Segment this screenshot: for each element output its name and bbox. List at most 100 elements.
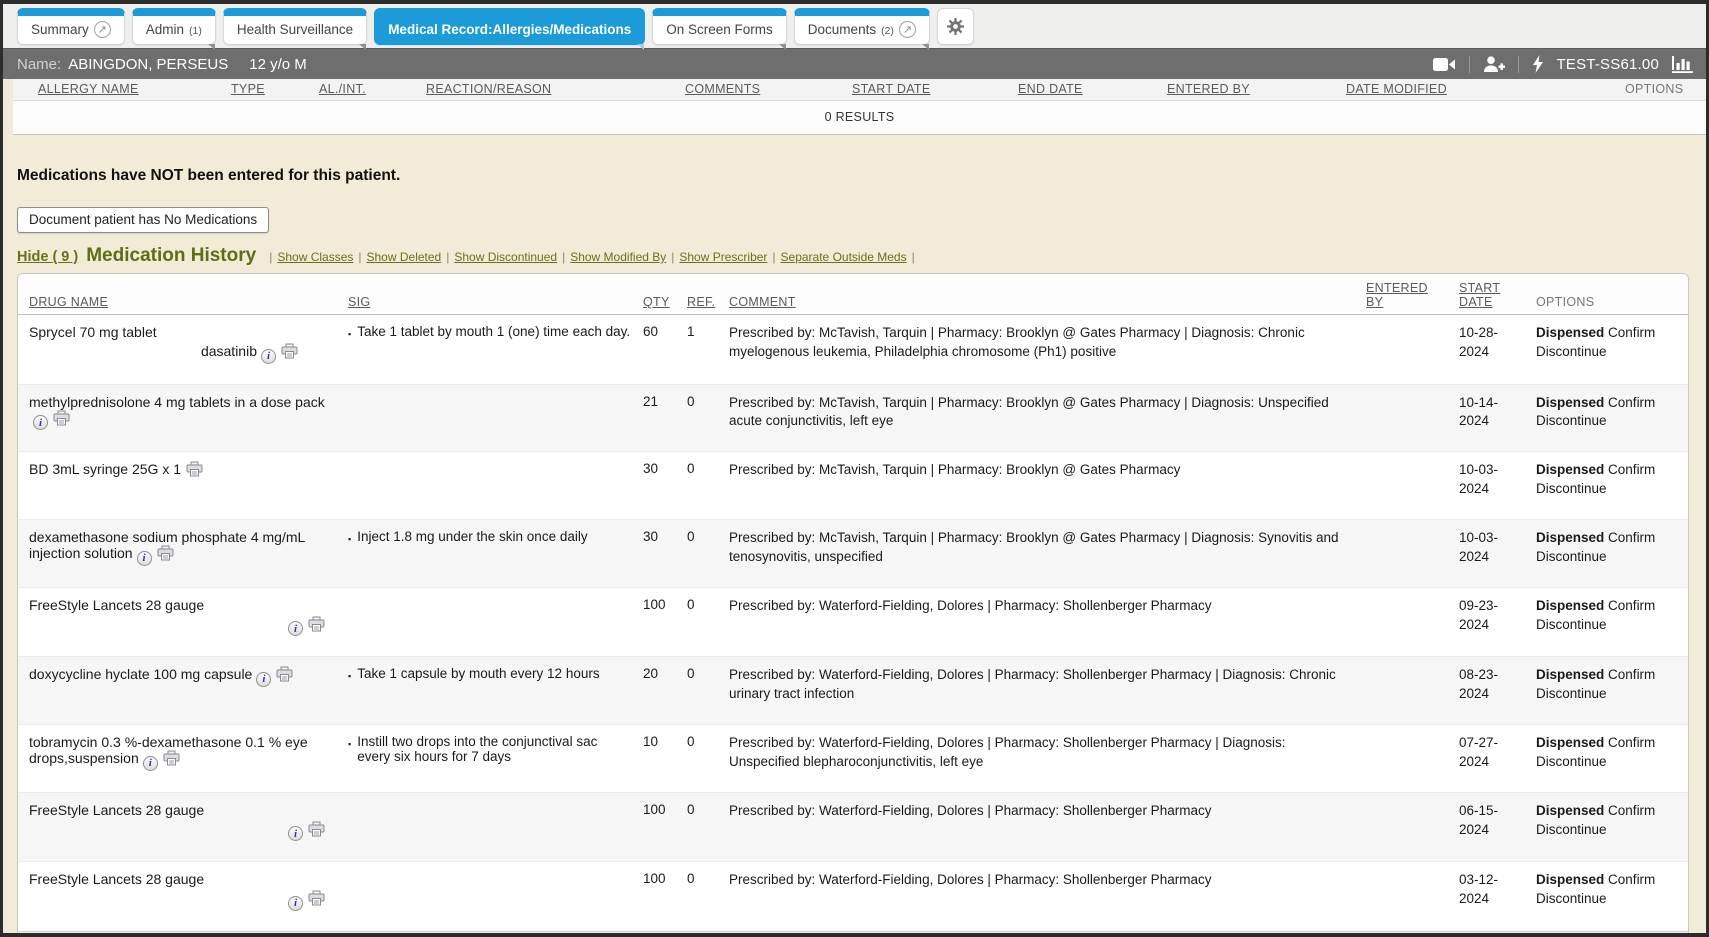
tab-on-screen-forms[interactable]: On Screen Forms xyxy=(652,8,787,45)
add-person-icon[interactable] xyxy=(1483,56,1505,73)
option-link-confirm[interactable]: Confirm xyxy=(1608,598,1655,613)
link-separate-outside-meds[interactable]: Separate Outside Meds xyxy=(781,250,907,264)
print-icon[interactable] xyxy=(53,410,70,426)
option-link-discontinue[interactable]: Discontinue xyxy=(1536,686,1607,701)
col-header-sig[interactable]: SIG xyxy=(348,295,643,309)
medication-row: doxycycline hyclate 100 mg capsulei▪Take… xyxy=(18,656,1688,724)
option-link-discontinue[interactable]: Discontinue xyxy=(1536,891,1607,906)
drug-name[interactable]: Sprycel 70 mg tablet xyxy=(29,324,157,340)
drug-name[interactable]: methylprednisolone 4 mg tablets in a dos… xyxy=(29,394,325,410)
option-link-discontinue[interactable]: Discontinue xyxy=(1536,344,1607,359)
print-icon[interactable] xyxy=(308,616,325,632)
option-link-confirm[interactable]: Confirm xyxy=(1608,872,1655,887)
drug-name[interactable]: FreeStyle Lancets 28 gauge xyxy=(29,802,204,818)
status-dispensed: Dispensed xyxy=(1536,803,1604,818)
info-icon[interactable]: i xyxy=(288,896,303,911)
col-header-entered-by[interactable]: ENTERED BY xyxy=(1366,281,1459,309)
option-link-discontinue[interactable]: Discontinue xyxy=(1536,413,1607,428)
video-camera-icon[interactable] xyxy=(1433,57,1456,72)
option-link-discontinue[interactable]: Discontinue xyxy=(1536,617,1607,632)
settings-button[interactable] xyxy=(937,8,974,45)
drug-name[interactable]: FreeStyle Lancets 28 gauge xyxy=(29,597,204,613)
option-link-discontinue[interactable]: Discontinue xyxy=(1536,754,1607,769)
allergy-col-header-start-date[interactable]: START DATE xyxy=(852,82,1018,96)
link-show-deleted[interactable]: Show Deleted xyxy=(367,250,442,264)
print-icon[interactable] xyxy=(157,545,174,561)
patient-name-label: Name: xyxy=(17,56,61,73)
qty-cell: 60 xyxy=(643,324,687,364)
option-link-confirm[interactable]: Confirm xyxy=(1608,667,1655,682)
separator: | xyxy=(671,250,674,264)
tab-documents[interactable]: Documents(2)↗ xyxy=(794,8,930,45)
tab-label: Summary xyxy=(31,22,89,37)
drug-name[interactable]: BD 3mL syringe 25G x 1 xyxy=(29,461,181,477)
allergy-col-header-reaction-reason[interactable]: REACTION/REASON xyxy=(426,82,685,96)
option-link-confirm[interactable]: Confirm xyxy=(1608,735,1655,750)
drug-name[interactable]: FreeStyle Lancets 28 gauge xyxy=(29,871,204,887)
option-link-confirm[interactable]: Confirm xyxy=(1608,395,1655,410)
allergy-col-header-date-modified[interactable]: DATE MODIFIED xyxy=(1346,82,1565,96)
col-header-comment[interactable]: COMMENT xyxy=(729,295,1366,309)
print-icon[interactable] xyxy=(186,461,203,477)
allergy-header-row: ALLERGY NAMETYPEAL./INT.REACTION/REASONC… xyxy=(13,79,1706,101)
tab-label: Admin xyxy=(146,22,184,37)
medication-row: tobramycin 0.3 %-dexamethasone 0.1 % eye… xyxy=(18,724,1688,792)
sig-cell: ▪Take 1 tablet by mouth 1 (one) time eac… xyxy=(348,324,643,364)
tab-admin[interactable]: Admin(1) xyxy=(132,8,216,45)
hide-history-link[interactable]: Hide ( 9 ) xyxy=(17,249,78,265)
options-cell: Dispensed Confirm Discontinue xyxy=(1536,394,1688,432)
drug-subline: i xyxy=(29,821,332,842)
allergy-col-header-type[interactable]: TYPE xyxy=(231,82,319,96)
tab-label: On Screen Forms xyxy=(666,22,773,37)
option-link-confirm[interactable]: Confirm xyxy=(1608,325,1655,340)
info-icon[interactable]: i xyxy=(288,826,303,841)
allergy-col-header-entered-by[interactable]: ENTERED BY xyxy=(1167,82,1346,96)
print-icon[interactable] xyxy=(276,666,293,682)
option-link-discontinue[interactable]: Discontinue xyxy=(1536,822,1607,837)
allergy-col-header-options: OPTIONS xyxy=(1565,82,1706,96)
option-link-confirm[interactable]: Confirm xyxy=(1608,530,1655,545)
open-new-window-icon[interactable]: ↗ xyxy=(899,21,916,38)
sig-cell xyxy=(348,394,643,432)
drug-name[interactable]: doxycycline hyclate 100 mg capsule xyxy=(29,666,252,682)
print-icon[interactable] xyxy=(163,750,180,766)
link-show-modified-by[interactable]: Show Modified By xyxy=(570,250,666,264)
link-show-classes[interactable]: Show Classes xyxy=(277,250,353,264)
allergy-col-header-allergy-name[interactable]: ALLERGY NAME xyxy=(13,82,231,96)
option-link-confirm[interactable]: Confirm xyxy=(1608,803,1655,818)
lightning-icon[interactable] xyxy=(1532,55,1544,73)
medication-history-toolbar: Hide ( 9 ) Medication History |Show Clas… xyxy=(17,245,1706,267)
medication-rows: Sprycel 70 mg tabletdasatinibi▪Take 1 ta… xyxy=(18,315,1688,931)
ref-cell: 0 xyxy=(687,529,729,567)
info-icon[interactable]: i xyxy=(288,621,303,636)
allergy-col-header-comments[interactable]: COMMENTS xyxy=(685,82,852,96)
sig-text: Inject 1.8 mg under the skin once daily xyxy=(357,529,587,567)
link-show-prescriber[interactable]: Show Prescriber xyxy=(679,250,767,264)
allergy-col-header-end-date[interactable]: END DATE xyxy=(1018,82,1167,96)
col-header-qty[interactable]: QTY xyxy=(643,295,687,309)
print-icon[interactable] xyxy=(308,890,325,906)
col-header-drug-name[interactable]: DRUG NAME xyxy=(18,295,348,309)
print-icon[interactable] xyxy=(281,343,298,359)
info-icon[interactable]: i xyxy=(137,551,152,566)
info-icon[interactable]: i xyxy=(33,415,48,430)
allergy-col-header-al-int[interactable]: AL./INT. xyxy=(319,82,426,96)
chart-icon[interactable] xyxy=(1672,56,1694,73)
tab-medical-record-allergies-medications[interactable]: Medical Record:Allergies/Medications xyxy=(374,8,645,45)
info-icon[interactable]: i xyxy=(261,349,276,364)
print-icon[interactable] xyxy=(308,821,325,837)
link-show-discontinued[interactable]: Show Discontinued xyxy=(454,250,557,264)
tab-summary[interactable]: Summary ↗ xyxy=(17,8,125,45)
option-link-confirm[interactable]: Confirm xyxy=(1608,462,1655,477)
col-header-ref[interactable]: REF. xyxy=(687,295,729,309)
drug-name-cell: FreeStyle Lancets 28 gauge i xyxy=(18,871,348,911)
no-medications-message: Medications have NOT been entered for th… xyxy=(3,167,1706,185)
option-link-discontinue[interactable]: Discontinue xyxy=(1536,549,1607,564)
info-icon[interactable]: i xyxy=(256,672,271,687)
option-link-discontinue[interactable]: Discontinue xyxy=(1536,481,1607,496)
tab-health-surveillance[interactable]: Health Surveillance xyxy=(223,8,367,45)
open-new-window-icon[interactable]: ↗ xyxy=(94,21,111,38)
info-icon[interactable]: i xyxy=(143,756,158,771)
col-header-start-date[interactable]: START DATE xyxy=(1459,281,1536,309)
document-no-medications-button[interactable]: Document patient has No Medications xyxy=(17,207,269,233)
